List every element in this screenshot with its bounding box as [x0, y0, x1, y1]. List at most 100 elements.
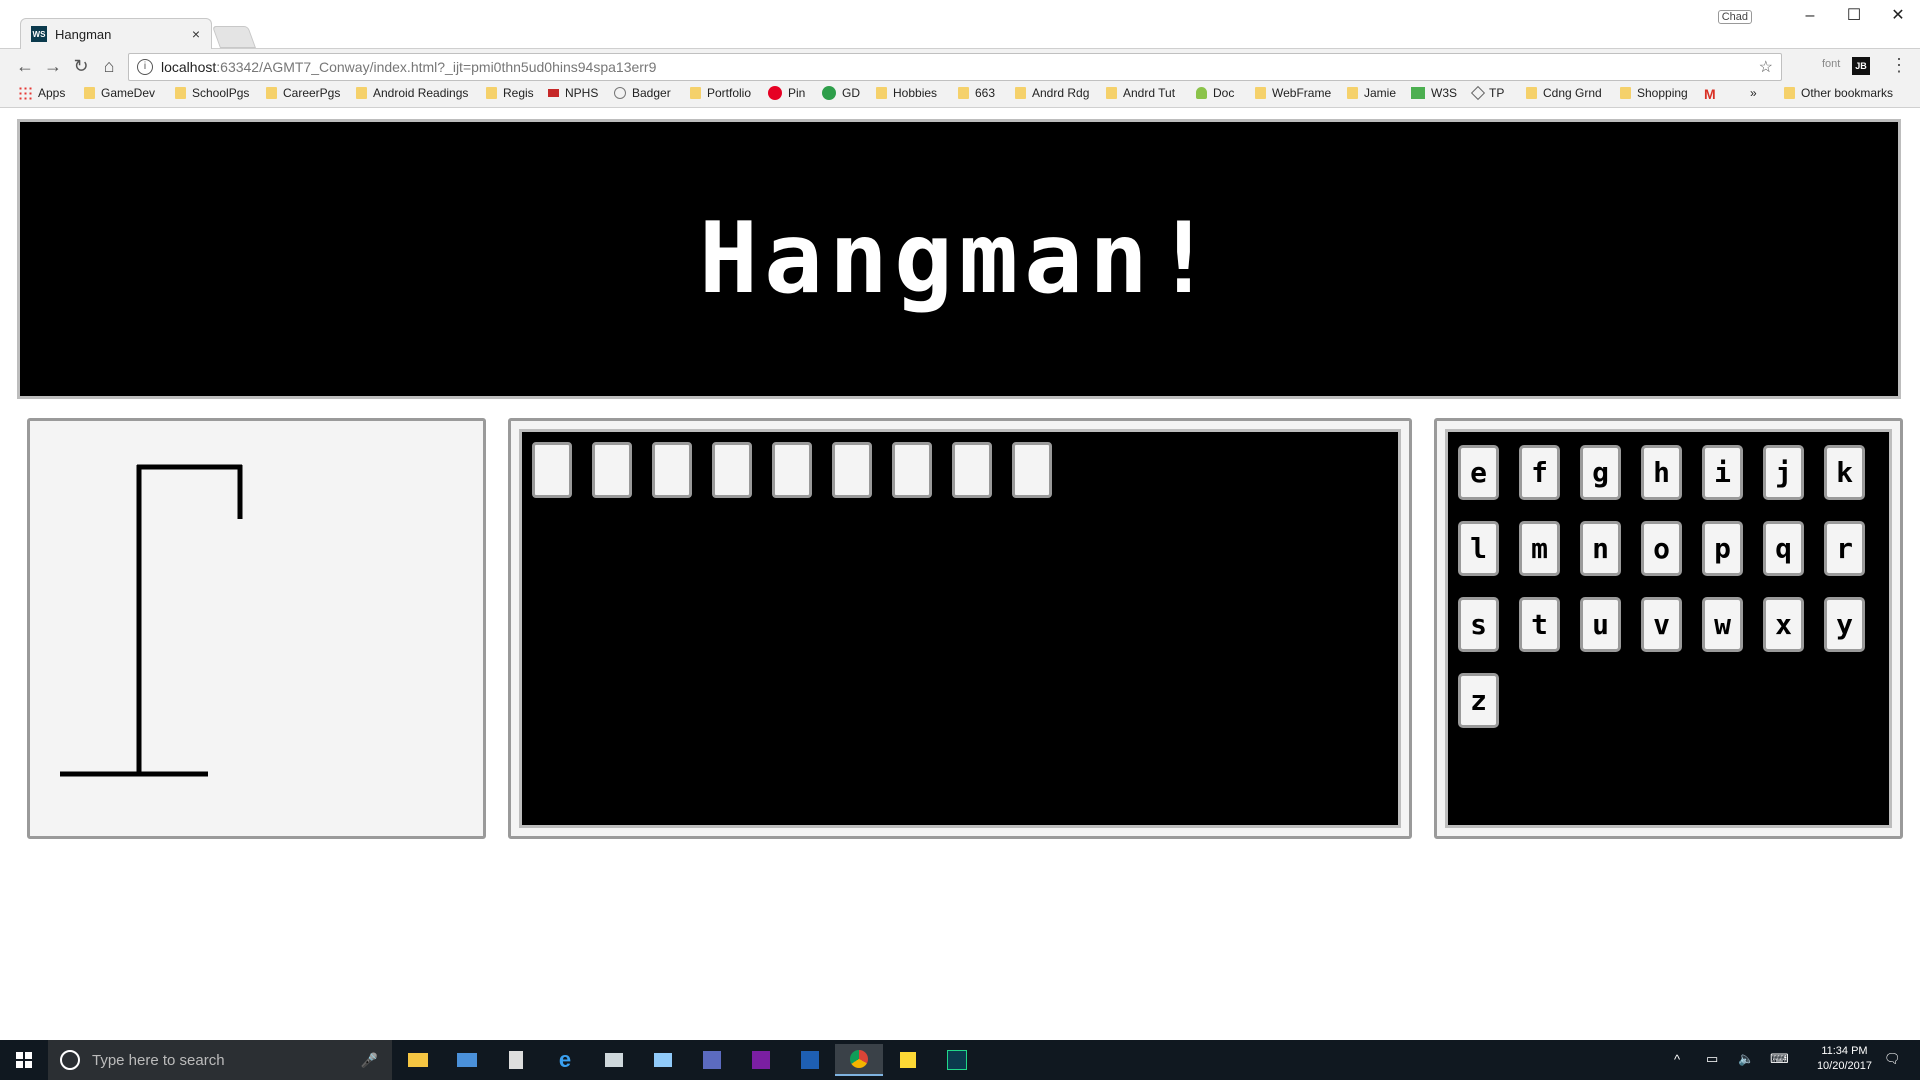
bookmark-regis[interactable]: Regis	[486, 86, 534, 100]
tab-hangman[interactable]: WS Hangman ×	[20, 18, 212, 49]
file-explorer-icon[interactable]	[394, 1044, 442, 1076]
show-hidden-icons-icon[interactable]: ^	[1674, 1052, 1680, 1067]
bookmark-nphs[interactable]: NPHS	[548, 86, 598, 100]
letter-button-k[interactable]: k	[1824, 445, 1865, 500]
chrome-icon[interactable]	[835, 1044, 883, 1076]
word-letter-slot	[952, 442, 992, 498]
letter-button-p[interactable]: p	[1702, 521, 1743, 576]
network-icon[interactable]: ▭	[1706, 1051, 1718, 1067]
font-extension-icon[interactable]: font	[1822, 58, 1840, 70]
action-center-icon[interactable]: 🗨	[1884, 1051, 1901, 1067]
folder-icon	[1784, 87, 1795, 99]
letter-button-h[interactable]: h	[1641, 445, 1682, 500]
forward-arrow-icon[interactable]: →	[42, 55, 64, 77]
folder-icon	[1347, 87, 1358, 99]
bookmark-pin[interactable]: Pin	[768, 86, 805, 100]
webstorm-icon[interactable]	[933, 1044, 981, 1076]
bookmarks-overflow-button[interactable]: »	[1750, 86, 1757, 100]
word-letter-slot	[892, 442, 932, 498]
bookmark-w3s[interactable]: W3S	[1411, 86, 1457, 100]
home-icon[interactable]: ⌂	[98, 55, 120, 77]
close-window-button[interactable]: ✕	[1876, 4, 1920, 28]
bookmark-star-icon[interactable]: ☆	[1759, 57, 1773, 77]
notes-app-icon[interactable]	[639, 1044, 687, 1076]
letter-button-g[interactable]: g	[1580, 445, 1621, 500]
letter-button-s[interactable]: s	[1458, 597, 1499, 652]
bookmark-andrd-tut[interactable]: Andrd Tut	[1106, 86, 1175, 100]
bookmark-andrd-rdg[interactable]: Andrd Rdg	[1015, 86, 1089, 100]
new-tab-button[interactable]	[211, 26, 257, 48]
reload-icon[interactable]: ↻	[70, 55, 92, 77]
flag-icon	[548, 89, 559, 97]
bookmark-doc[interactable]: Doc	[1196, 86, 1234, 100]
profile-button[interactable]: Chad	[1717, 10, 1752, 24]
word-board	[519, 429, 1401, 828]
folder-icon	[356, 87, 367, 99]
android-icon	[1196, 87, 1207, 99]
jetbrains-extension-icon[interactable]: JB	[1852, 57, 1870, 75]
letter-button-r[interactable]: r	[1824, 521, 1865, 576]
microphone-icon[interactable]: 🎤	[361, 1052, 378, 1069]
letter-button-o[interactable]: o	[1641, 521, 1682, 576]
taskbar-clock[interactable]: 11:34 PM 10/20/2017	[1817, 1044, 1872, 1074]
folder-icon	[175, 87, 186, 99]
bookmark-apps[interactable]: Apps	[18, 86, 65, 100]
bookmark-shopping[interactable]: Shopping	[1620, 86, 1688, 100]
address-bar[interactable]: i localhost:63342/AGMT7_Conway/index.htm…	[128, 53, 1782, 81]
bookmark-tp[interactable]: TP	[1470, 85, 1504, 101]
site-info-icon[interactable]: i	[137, 59, 153, 75]
apps-grid-icon	[18, 86, 32, 100]
folder-icon	[266, 87, 277, 99]
letter-button-v[interactable]: v	[1641, 597, 1682, 652]
cortana-icon	[60, 1050, 80, 1070]
letter-button-n[interactable]: n	[1580, 521, 1621, 576]
word-icon[interactable]	[786, 1044, 834, 1076]
maximize-button[interactable]: ☐	[1832, 4, 1876, 28]
browser-menu-icon[interactable]: ⋮	[1890, 55, 1908, 76]
calculator-icon[interactable]	[492, 1044, 540, 1076]
store-icon[interactable]	[590, 1044, 638, 1076]
bookmark-gd[interactable]: GD	[822, 86, 860, 100]
taskbar-search[interactable]: Type here to search 🎤	[48, 1040, 392, 1080]
bookmark-cdng-grnd[interactable]: Cdng Grnd	[1526, 86, 1602, 100]
bookmark-android-readings[interactable]: Android Readings	[356, 86, 468, 100]
bookmark-careerpgs[interactable]: CareerPgs	[266, 86, 340, 100]
keyboard-icon[interactable]: ⌨	[1770, 1051, 1789, 1067]
letter-button-j[interactable]: j	[1763, 445, 1804, 500]
bookmark-badger[interactable]: Badger	[614, 86, 671, 100]
back-arrow-icon[interactable]: ←	[14, 55, 36, 77]
bookmark-jamie[interactable]: Jamie	[1347, 86, 1396, 100]
letter-button-y[interactable]: y	[1824, 597, 1865, 652]
letter-button-e[interactable]: e	[1458, 445, 1499, 500]
letter-button-x[interactable]: x	[1763, 597, 1804, 652]
mail-icon[interactable]	[443, 1044, 491, 1076]
letter-button-f[interactable]: f	[1519, 445, 1560, 500]
letter-button-t[interactable]: t	[1519, 597, 1560, 652]
other-bookmarks[interactable]: Other bookmarks	[1784, 86, 1893, 100]
bookmark-schoolpgs[interactable]: SchoolPgs	[175, 86, 249, 100]
bookmark-portfolio[interactable]: Portfolio	[690, 86, 751, 100]
volume-icon[interactable]: 🔈	[1738, 1051, 1754, 1067]
bookmark-hobbies[interactable]: Hobbies	[876, 86, 937, 100]
sticky-notes-icon[interactable]	[884, 1044, 932, 1076]
windows-logo-icon	[16, 1052, 32, 1068]
letter-button-u[interactable]: u	[1580, 597, 1621, 652]
minimize-button[interactable]: –	[1788, 4, 1832, 28]
letter-button-q[interactable]: q	[1763, 521, 1804, 576]
onenote-icon[interactable]	[737, 1044, 785, 1076]
start-button[interactable]	[0, 1040, 48, 1080]
letter-button-w[interactable]: w	[1702, 597, 1743, 652]
letter-button-l[interactable]: l	[1458, 521, 1499, 576]
bookmark-gamedev[interactable]: GameDev	[84, 86, 155, 100]
folder-icon	[958, 87, 969, 99]
letter-button-m[interactable]: m	[1519, 521, 1560, 576]
word-letter-slot	[532, 442, 572, 498]
letter-button-z[interactable]: z	[1458, 673, 1499, 728]
edge-icon[interactable]: e	[541, 1044, 589, 1076]
letter-button-i[interactable]: i	[1702, 445, 1743, 500]
tab-close-icon[interactable]: ×	[189, 26, 203, 42]
gmail-icon[interactable]: M	[1704, 86, 1716, 102]
bookmark-webframe[interactable]: WebFrame	[1255, 86, 1331, 100]
bookmark-663[interactable]: 663	[958, 86, 995, 100]
visual-studio-icon[interactable]	[688, 1044, 736, 1076]
